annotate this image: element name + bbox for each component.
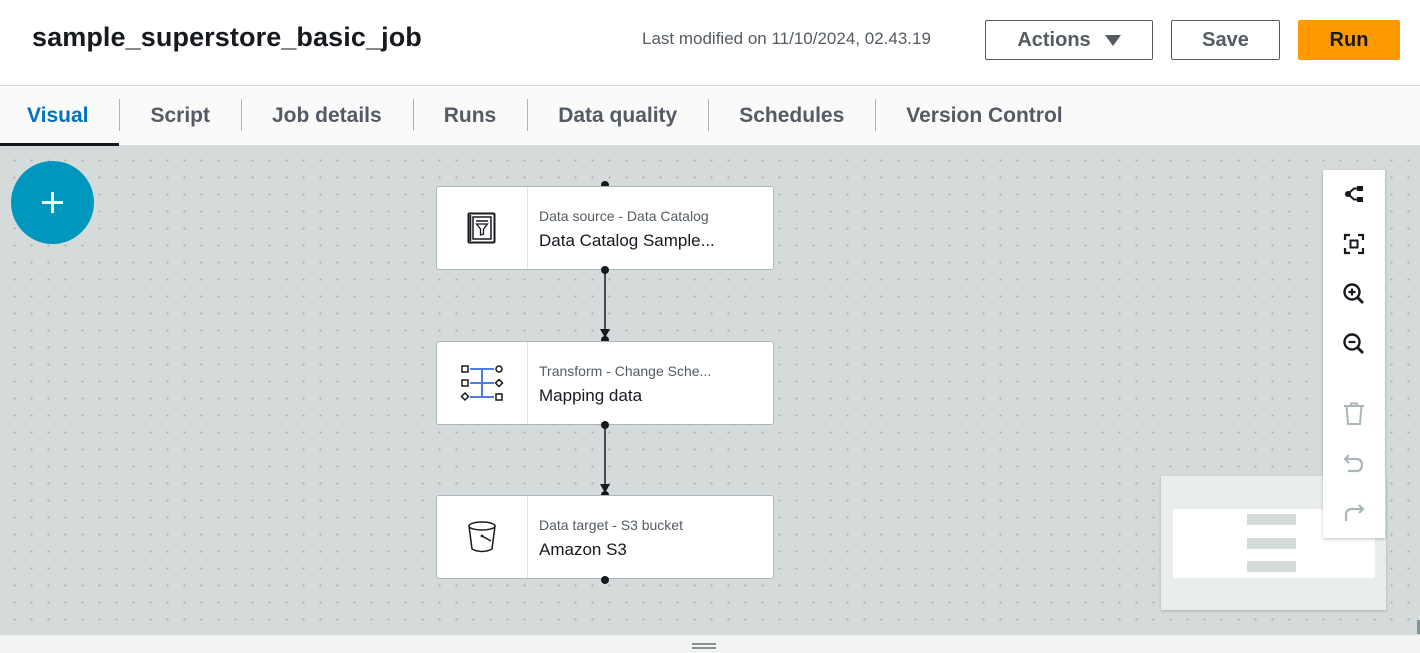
save-button[interactable]: Save	[1171, 20, 1280, 60]
tab-visual[interactable]: Visual	[0, 86, 120, 146]
fit-view-button[interactable]	[1339, 229, 1369, 259]
job-tabs: Visual Script Job details Runs Data qual…	[0, 86, 1420, 146]
zoom-out-icon	[1343, 333, 1364, 354]
zoom-in-icon	[1343, 283, 1364, 304]
node-output-port[interactable]	[601, 266, 609, 274]
tab-data-quality[interactable]: Data quality	[527, 86, 708, 145]
node-name: Mapping data	[539, 386, 643, 405]
zoom-in-button[interactable]	[1339, 279, 1369, 309]
node-type-label: Data source - Data Catalog	[539, 208, 709, 224]
data-catalog-icon	[467, 212, 496, 244]
minimap-node	[1247, 561, 1296, 572]
zoom-out-button[interactable]	[1339, 329, 1369, 359]
change-schema-icon	[460, 365, 504, 402]
run-button[interactable]: Run	[1298, 20, 1400, 60]
layout-icon	[1345, 186, 1363, 202]
bottom-panel-bar	[0, 634, 1420, 653]
minimap-node	[1247, 514, 1296, 525]
undo-button[interactable]	[1339, 449, 1369, 479]
node-name: Amazon S3	[539, 540, 627, 559]
minimap-node	[1247, 538, 1296, 549]
node-data-target[interactable]: Data target - S3 bucket Amazon S3	[436, 495, 774, 579]
node-output-port[interactable]	[601, 576, 609, 584]
caret-down-icon	[1104, 34, 1121, 46]
delete-icon	[1344, 402, 1364, 425]
tab-job-details[interactable]: Job details	[241, 86, 413, 145]
node-data-source[interactable]: Data source - Data Catalog Data Catalog …	[436, 186, 774, 270]
node-type-label: Transform - Change Sche...	[539, 363, 712, 379]
add-node-button[interactable]	[11, 161, 94, 244]
node-icon-box	[437, 187, 528, 269]
tab-schedules[interactable]: Schedules	[708, 86, 875, 145]
tab-version-control[interactable]: Version Control	[875, 86, 1093, 145]
last-modified-text: Last modified on 11/10/2024, 02.43.19	[642, 29, 931, 48]
job-title: sample_superstore_basic_job	[32, 22, 422, 52]
canvas-toolbar	[1323, 170, 1385, 538]
node-type-label: Data target - S3 bucket	[539, 517, 683, 533]
delete-button[interactable]	[1339, 399, 1369, 429]
tab-runs[interactable]: Runs	[412, 86, 528, 145]
undo-icon	[1343, 454, 1364, 473]
fit-view-icon	[1343, 233, 1365, 255]
node-icon-box	[437, 342, 528, 424]
s3-bucket-icon	[468, 521, 496, 553]
visual-canvas[interactable]: Data source - Data Catalog Data Catalog …	[0, 146, 1420, 634]
node-output-port[interactable]	[601, 421, 609, 429]
node-icon-box	[437, 496, 528, 578]
actions-dropdown-button[interactable]: Actions	[985, 20, 1153, 60]
layout-button[interactable]	[1339, 179, 1369, 209]
redo-icon	[1344, 504, 1365, 521]
actions-label: Actions	[1017, 28, 1091, 51]
tab-script[interactable]: Script	[119, 86, 241, 145]
redo-button[interactable]	[1339, 499, 1369, 529]
plus-icon-vertical	[51, 192, 54, 213]
node-transform[interactable]: Transform - Change Sche... Mapping data	[436, 341, 774, 425]
node-name: Data Catalog Sample...	[539, 231, 715, 250]
resize-handle[interactable]	[692, 643, 716, 649]
job-header: sample_superstore_basic_job Last modifie…	[0, 0, 1420, 86]
